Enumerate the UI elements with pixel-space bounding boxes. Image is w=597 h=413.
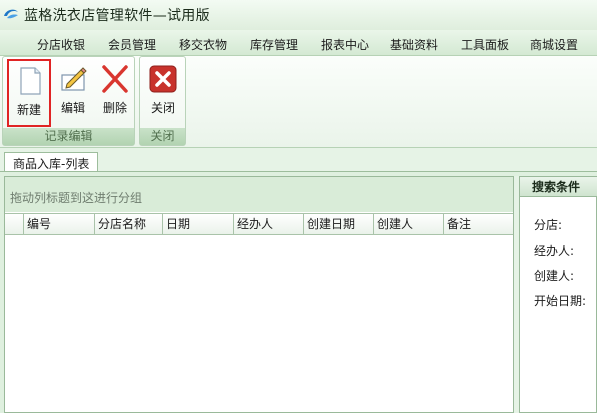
ribbon-toolbar: 新建 编辑 删除 记录编辑 关闭 关闭 [0,56,597,148]
search-panel: 搜索条件 分店: 经办人: 创建人: 开始日期: [519,176,597,413]
record-edit-group: 新建 编辑 删除 记录编辑 [2,56,135,146]
column-header-number[interactable]: 编号 [24,214,95,235]
title-bar: 蓝格洗衣店管理软件—试用版 [0,0,597,30]
tab-divider [0,171,597,172]
search-field-start-date-label: 开始日期: [534,294,587,308]
menu-item-reports[interactable]: 报表中心 [321,36,369,53]
close-group: 关闭 关闭 [139,56,186,146]
stock-in-grid: 拖动列标题到这进行分组 编号 分店名称 日期 经办人 创建日期 创建人 备注 [4,176,514,413]
search-field-creator-label: 创建人: [534,269,575,283]
close-button[interactable]: 关闭 [141,59,185,127]
menu-item-store-cashier[interactable]: 分店收银 [37,36,85,53]
delete-button-label: 删除 [102,101,127,115]
menu-item-transfer-clothes[interactable]: 移交衣物 [179,36,227,53]
document-tab-strip: 商品入库-列表 [0,148,597,172]
new-document-icon [20,67,41,95]
close-button-label: 关闭 [150,101,175,115]
tab-stock-in-list[interactable]: 商品入库-列表 [4,152,99,172]
menu-item-shop-settings[interactable]: 商城设置 [530,36,578,53]
row-indicator-header [5,214,24,235]
search-panel-title: 搜索条件 [520,177,597,197]
menu-item-tools[interactable]: 工具面板 [461,36,509,53]
column-header-store-name[interactable]: 分店名称 [95,214,163,235]
column-header-created-date[interactable]: 创建日期 [304,214,374,235]
edit-pencil-icon [61,67,87,91]
column-header-remarks[interactable]: 备注 [444,214,513,235]
window-title: 蓝格洗衣店管理软件—试用版 [24,8,210,24]
edit-button[interactable]: 编辑 [51,59,95,127]
record-edit-group-label: 记录编辑 [3,128,134,145]
group-by-panel[interactable]: 拖动列标题到这进行分组 [5,177,513,212]
menu-bar: 分店收银 会员管理 移交衣物 库存管理 报表中心 基础资料 工具面板 商城设置 [0,30,597,56]
search-field-store-label: 分店: [534,218,563,232]
group-by-hint: 拖动列标题到这进行分组 [10,191,143,205]
column-header-creator[interactable]: 创建人 [374,214,444,235]
menu-item-member-management[interactable]: 会员管理 [108,36,156,53]
menu-item-inventory[interactable]: 库存管理 [250,36,298,53]
close-group-label: 关闭 [140,128,185,145]
edit-button-label: 编辑 [60,101,85,115]
search-field-handler-label: 经办人: [534,244,575,258]
app-logo-icon [4,9,18,19]
menu-item-basic-data[interactable]: 基础资料 [390,36,438,53]
new-button-label: 新建 [16,103,41,117]
grid-header: 编号 分店名称 日期 经办人 创建日期 创建人 备注 [5,213,513,235]
delete-button[interactable]: 删除 [93,59,137,127]
column-header-date[interactable]: 日期 [163,214,234,235]
close-icon [149,65,177,93]
new-button[interactable]: 新建 [7,59,51,127]
column-header-handler[interactable]: 经办人 [234,214,304,235]
delete-x-icon [102,65,128,93]
